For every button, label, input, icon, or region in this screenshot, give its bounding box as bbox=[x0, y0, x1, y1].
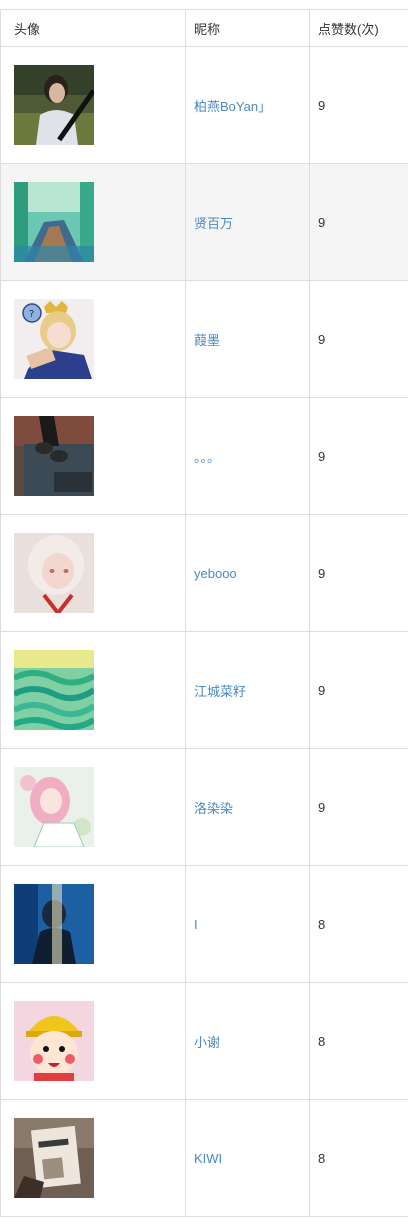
avatar-cell bbox=[0, 866, 185, 982]
header-avatar: 头像 bbox=[0, 10, 185, 46]
likes-count: 8 bbox=[318, 1150, 326, 1166]
avatar-photo-blue-portrait[interactable] bbox=[14, 884, 94, 964]
likes-count: 9 bbox=[318, 799, 326, 815]
nickname-link[interactable]: I bbox=[194, 917, 198, 932]
nickname-link[interactable]: KIWI bbox=[194, 1151, 222, 1166]
avatar-cell bbox=[0, 749, 185, 865]
likes-count: 9 bbox=[318, 331, 326, 347]
avatar-cell bbox=[0, 164, 185, 280]
likes-count: 9 bbox=[318, 214, 326, 230]
table-row: ? 葭墨 9 bbox=[0, 281, 408, 398]
table-row: 小谢 8 bbox=[0, 983, 408, 1100]
avatar-cartoon-maruko[interactable] bbox=[14, 1001, 94, 1081]
nickname-link[interactable]: 。。。 bbox=[194, 447, 220, 466]
avatar-cell bbox=[0, 398, 185, 514]
likes-count: 8 bbox=[318, 916, 326, 932]
avatar-cell: ? bbox=[0, 281, 185, 397]
table-row: 柏燕BoYan」 9 bbox=[0, 47, 408, 164]
nickname-link[interactable]: 葭墨 bbox=[194, 330, 220, 349]
avatar-photo-girl-outdoor[interactable] bbox=[14, 65, 94, 145]
nickname-link[interactable]: 洛染染 bbox=[194, 798, 233, 817]
svg-text:?: ? bbox=[29, 309, 34, 320]
nickname-link[interactable]: 柏燕BoYan」 bbox=[194, 96, 271, 115]
nickname-link[interactable]: yebooo bbox=[194, 566, 237, 581]
likes-count: 9 bbox=[318, 682, 326, 698]
nickname-link[interactable]: 江城菜籽 bbox=[194, 681, 246, 700]
nickname-link[interactable]: 小谢 bbox=[194, 1032, 220, 1051]
likes-count: 9 bbox=[318, 565, 326, 581]
table-row: KIWI 8 bbox=[0, 1100, 408, 1217]
avatar-anime-crowned-boy[interactable]: ? bbox=[14, 299, 94, 379]
likes-count: 9 bbox=[318, 448, 326, 464]
avatar-cell bbox=[0, 47, 185, 163]
avatar-cell bbox=[0, 1100, 185, 1216]
likes-ranking-table: 头像 昵称 点赞数(次) 柏燕BoYan」 9 贤百万 9 ? 葭墨 9 。。。… bbox=[0, 9, 408, 1217]
avatar-cell bbox=[0, 983, 185, 1099]
avatar-photo-book-bear[interactable] bbox=[14, 1118, 94, 1198]
table-row: 。。。 9 bbox=[0, 398, 408, 515]
avatar-anime-white-hair-girl[interactable] bbox=[14, 533, 94, 613]
table-row: yebooo 9 bbox=[0, 515, 408, 632]
likes-count: 9 bbox=[318, 97, 326, 113]
likes-count: 8 bbox=[318, 1033, 326, 1049]
table-row: 贤百万 9 bbox=[0, 164, 408, 281]
table-row: 江城菜籽 9 bbox=[0, 632, 408, 749]
table-row: I 8 bbox=[0, 866, 408, 983]
avatar-cell bbox=[0, 515, 185, 631]
avatar-anime-pink-hair-girl[interactable] bbox=[14, 767, 94, 847]
avatar-illustration-forest-path[interactable] bbox=[14, 182, 94, 262]
header-nickname: 昵称 bbox=[185, 10, 309, 46]
nickname-link[interactable]: 贤百万 bbox=[194, 213, 233, 232]
header-likes: 点赞数(次) bbox=[309, 10, 408, 46]
avatar-painted-green-waves[interactable] bbox=[14, 650, 94, 730]
table-row: 洛染染 9 bbox=[0, 749, 408, 866]
avatar-cell bbox=[0, 632, 185, 748]
table-header-row: 头像 昵称 点赞数(次) bbox=[0, 10, 408, 47]
avatar-photo-feet-sign[interactable] bbox=[14, 416, 94, 496]
